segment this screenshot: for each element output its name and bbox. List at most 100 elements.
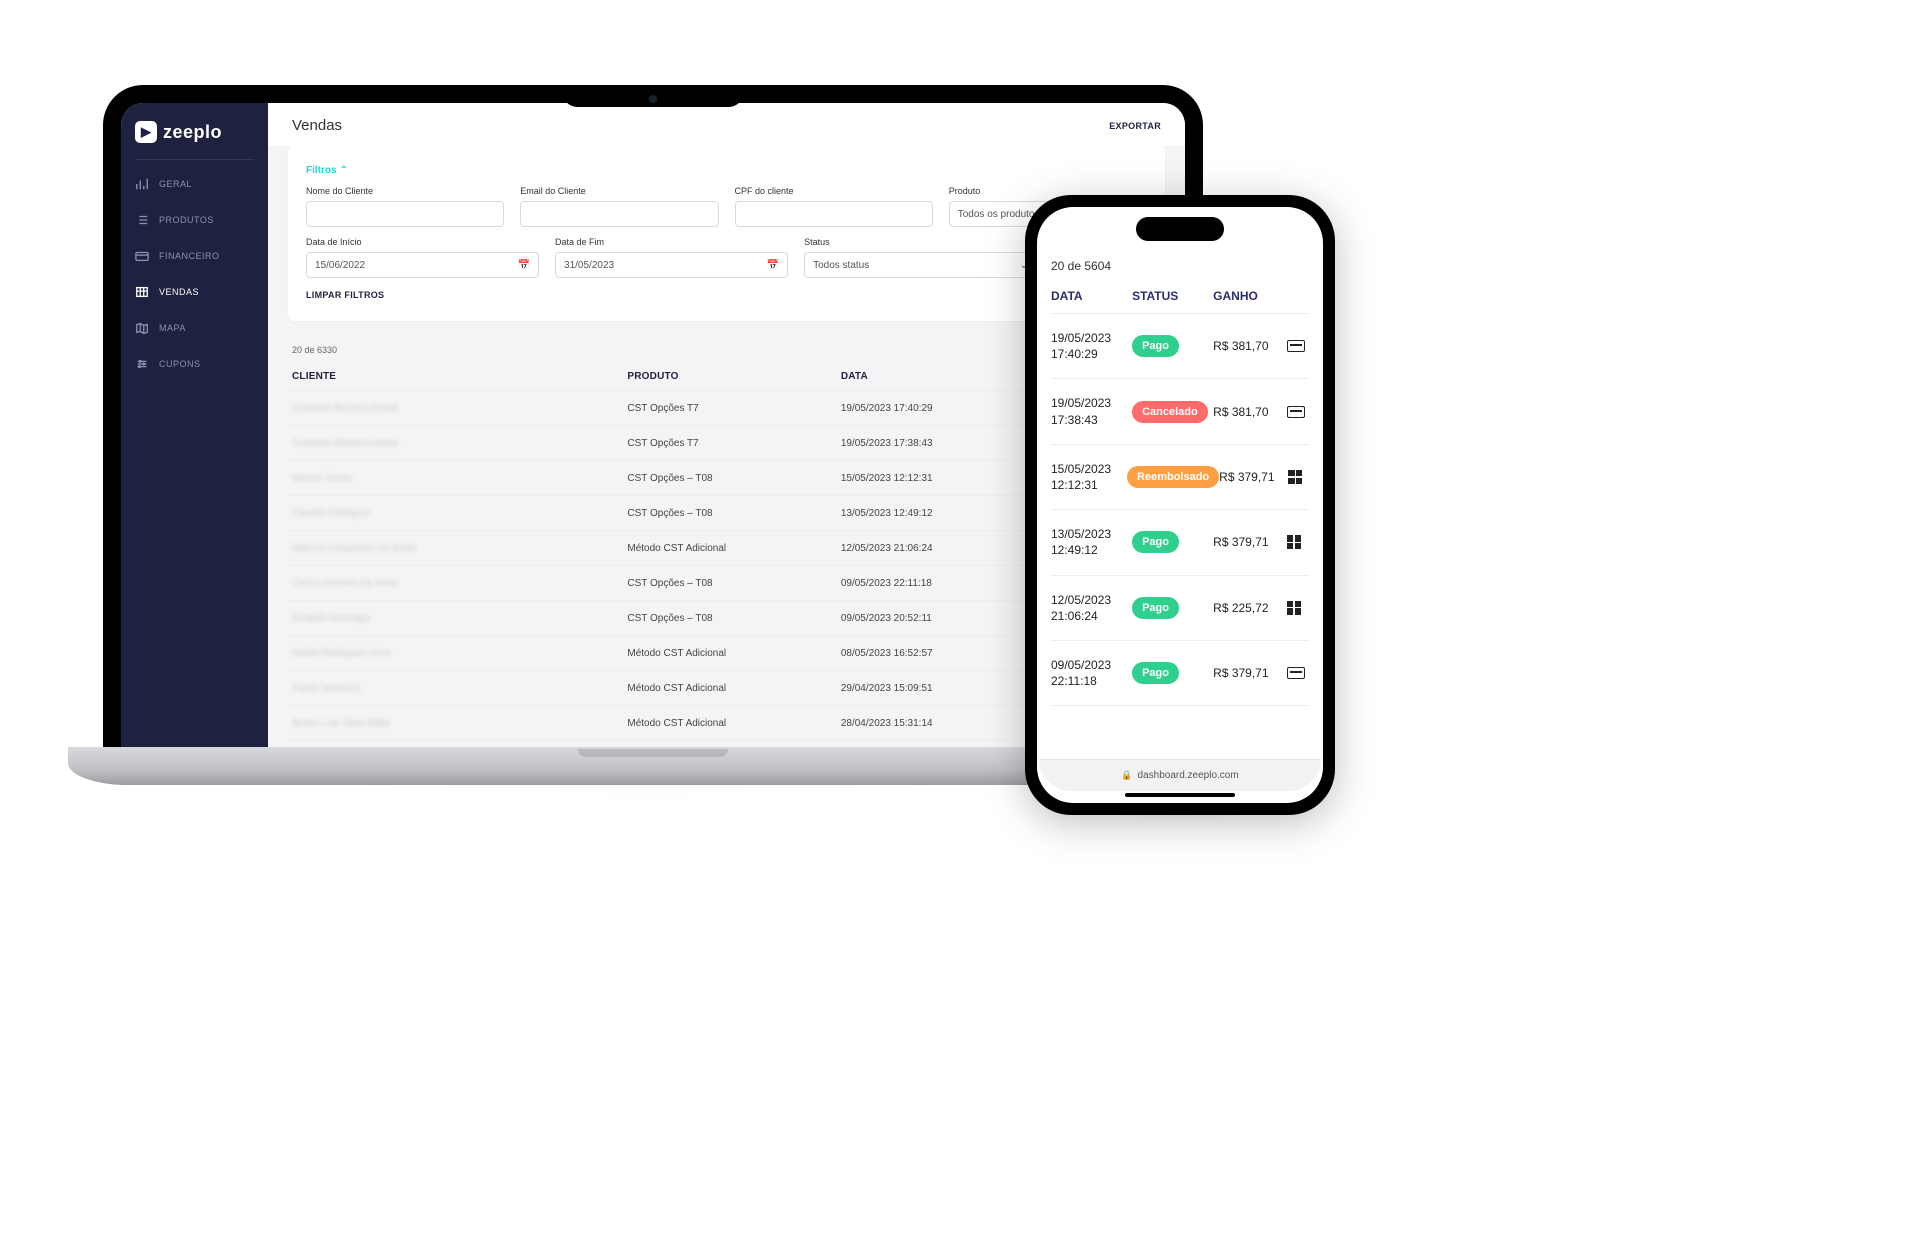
mobile-cell-ganho: R$ 379,71: [1219, 470, 1288, 484]
home-indicator: [1125, 793, 1235, 797]
col-produto[interactable]: PRODUTO: [627, 371, 840, 382]
mobile-cell-data: 09/05/202322:11:18: [1051, 657, 1132, 689]
mobile-col-ganho[interactable]: GANHO: [1213, 289, 1287, 303]
nome-input[interactable]: [306, 201, 504, 227]
status-badge: Pago: [1132, 335, 1179, 357]
fim-label: Data de Fim: [555, 237, 788, 247]
cell-data: 29/04/2023 15:09:51: [841, 683, 1039, 694]
inicio-input[interactable]: 15/06/2022 📅: [306, 252, 539, 278]
cell-cliente: Flavio Iwamura: [292, 683, 627, 694]
sidebar-item-vendas[interactable]: VENDAS: [121, 274, 268, 310]
cell-produto: Método CST Adicional: [627, 648, 840, 659]
inicio-label: Data de Início: [306, 237, 539, 247]
cell-produto: CST Opções – T08: [627, 613, 840, 624]
cell-cliente: Carlos Antonio De Melo: [292, 578, 627, 589]
cell-cliente: Marcio Torres: [292, 473, 627, 484]
calendar-icon: 📅: [518, 260, 530, 271]
mobile-cell-data: 15/05/202312:12:31: [1051, 461, 1127, 493]
cell-cliente: Mabel Rodrigues Arco: [292, 648, 627, 659]
mobile-cell-data: 19/05/202317:38:43: [1051, 395, 1132, 427]
produto-value: Todos os produtos: [958, 209, 1040, 220]
status-value: Todos status: [813, 260, 869, 271]
mobile-cell-data: 12/05/202321:06:24: [1051, 592, 1132, 624]
mobile-cell-method: [1288, 470, 1309, 484]
mobile-cell-data: 13/05/202312:49:12: [1051, 526, 1132, 558]
cell-cliente: Ernaldo Gonzaga: [292, 613, 627, 624]
fim-value: 31/05/2023: [564, 260, 614, 271]
sidebar-item-label: VENDAS: [159, 287, 199, 297]
mobile-cell-ganho: R$ 379,71: [1213, 666, 1287, 680]
mobile-cell-ganho: R$ 381,70: [1213, 339, 1287, 353]
mobile-cell-method: [1287, 601, 1309, 615]
sidebar-item-mapa[interactable]: MAPA: [121, 310, 268, 346]
cell-data: 28/04/2023 15:31:14: [841, 718, 1039, 729]
mobile-table-row[interactable]: 09/05/202322:11:18PagoR$ 379,71: [1051, 641, 1309, 706]
mobile-table-header: DATA STATUS GANHO: [1051, 283, 1309, 314]
fim-input[interactable]: 31/05/2023 📅: [555, 252, 788, 278]
cell-data: 08/05/2023 16:52:57: [841, 648, 1039, 659]
mobile-table-row[interactable]: 12/05/202321:06:24PagoR$ 225,72: [1051, 576, 1309, 641]
sidebar-item-label: MAPA: [159, 323, 186, 333]
sidebar-item-geral[interactable]: GERAL: [121, 166, 268, 202]
sidebar-item-label: FINANCEIRO: [159, 251, 220, 261]
cell-cliente: Marcus Lessandro De Assis: [292, 543, 627, 554]
filters-toggle[interactable]: Filtros ⌃: [306, 165, 348, 176]
status-badge: Reembolsado: [1127, 466, 1219, 488]
col-cliente[interactable]: CLIENTE: [292, 371, 627, 382]
limpar-filtros-button[interactable]: LIMPAR FILTROS: [306, 290, 384, 300]
cell-produto: Método CST Adicional: [627, 718, 840, 729]
filters-toggle-label: Filtros: [306, 165, 337, 176]
credit-card-icon: [1287, 406, 1305, 418]
page-title: Vendas: [292, 117, 342, 134]
qr-code-icon: [1288, 470, 1302, 484]
cell-data: 09/05/2023 20:52:11: [841, 613, 1039, 624]
sidebar-item-cupons[interactable]: CUPONS: [121, 346, 268, 382]
cell-cliente: Cristiano Bezerra Dondi: [292, 438, 627, 449]
cell-produto: CST Opções T7: [627, 438, 840, 449]
mobile-table-row[interactable]: 15/05/202312:12:31ReembolsadoR$ 379,71: [1051, 445, 1309, 510]
cell-data: 13/05/2023 12:49:12: [841, 508, 1039, 519]
cell-data: 12/05/2023 21:06:24: [841, 543, 1039, 554]
list-icon: [135, 213, 149, 227]
mobile-col-data[interactable]: DATA: [1051, 289, 1132, 303]
mobile-url: dashboard.zeeplo.com: [1138, 770, 1239, 781]
inicio-value: 15/06/2022: [315, 260, 365, 271]
cell-produto: Método CST Adicional: [627, 543, 840, 554]
chevron-up-icon: ⌃: [340, 165, 348, 176]
card-icon: [135, 249, 149, 263]
status-badge: Pago: [1132, 531, 1179, 553]
cell-data: 09/05/2023 22:11:18: [841, 578, 1039, 589]
cell-data: 15/05/2023 12:12:31: [841, 473, 1039, 484]
status-badge: Cancelado: [1132, 401, 1208, 423]
mobile-table-row[interactable]: 19/05/202317:38:43Cancelado R$ 381,70: [1051, 379, 1309, 444]
credit-card-icon: [1287, 340, 1305, 352]
mobile-cell-method: [1287, 667, 1309, 679]
credit-card-icon: [1287, 667, 1305, 679]
qr-code-icon: [1287, 535, 1301, 549]
sidebar-item-label: PRODUTOS: [159, 215, 214, 225]
email-input[interactable]: [520, 201, 718, 227]
mobile-table-row[interactable]: 13/05/202312:49:12PagoR$ 379,71: [1051, 510, 1309, 575]
bar-chart-icon: [135, 177, 149, 191]
export-button[interactable]: EXPORTAR: [1109, 121, 1161, 131]
col-data[interactable]: DATA: [841, 371, 1039, 382]
mobile-cell-ganho: R$ 381,70: [1213, 405, 1287, 419]
mobile-url-bar: 🔒 dashboard.zeeplo.com: [1039, 759, 1321, 791]
mobile-cell-ganho: R$ 225,72: [1213, 601, 1287, 615]
mobile-results-count: 20 de 5604: [1051, 259, 1309, 273]
cell-cliente: Claudio Pellegrini: [292, 508, 627, 519]
cell-cliente: Bruno Luis Silva Balla: [292, 718, 627, 729]
cell-produto: CST Opções – T08: [627, 473, 840, 484]
mobile-cell-method: [1287, 406, 1309, 418]
cpf-input[interactable]: [735, 201, 933, 227]
logo-icon: ▶: [135, 121, 157, 143]
cell-produto: CST Opções – T08: [627, 508, 840, 519]
sidebar-item-produtos[interactable]: PRODUTOS: [121, 202, 268, 238]
status-select[interactable]: Todos status ⌄: [804, 252, 1037, 278]
mobile-col-status[interactable]: STATUS: [1132, 289, 1213, 303]
mobile-cell-method: [1287, 340, 1309, 352]
mobile-table-row[interactable]: 19/05/202317:40:29PagoR$ 381,70: [1051, 314, 1309, 379]
sidebar-item-label: CUPONS: [159, 359, 201, 369]
qr-code-icon: [1287, 601, 1301, 615]
sidebar-item-financeiro[interactable]: FINANCEIRO: [121, 238, 268, 274]
